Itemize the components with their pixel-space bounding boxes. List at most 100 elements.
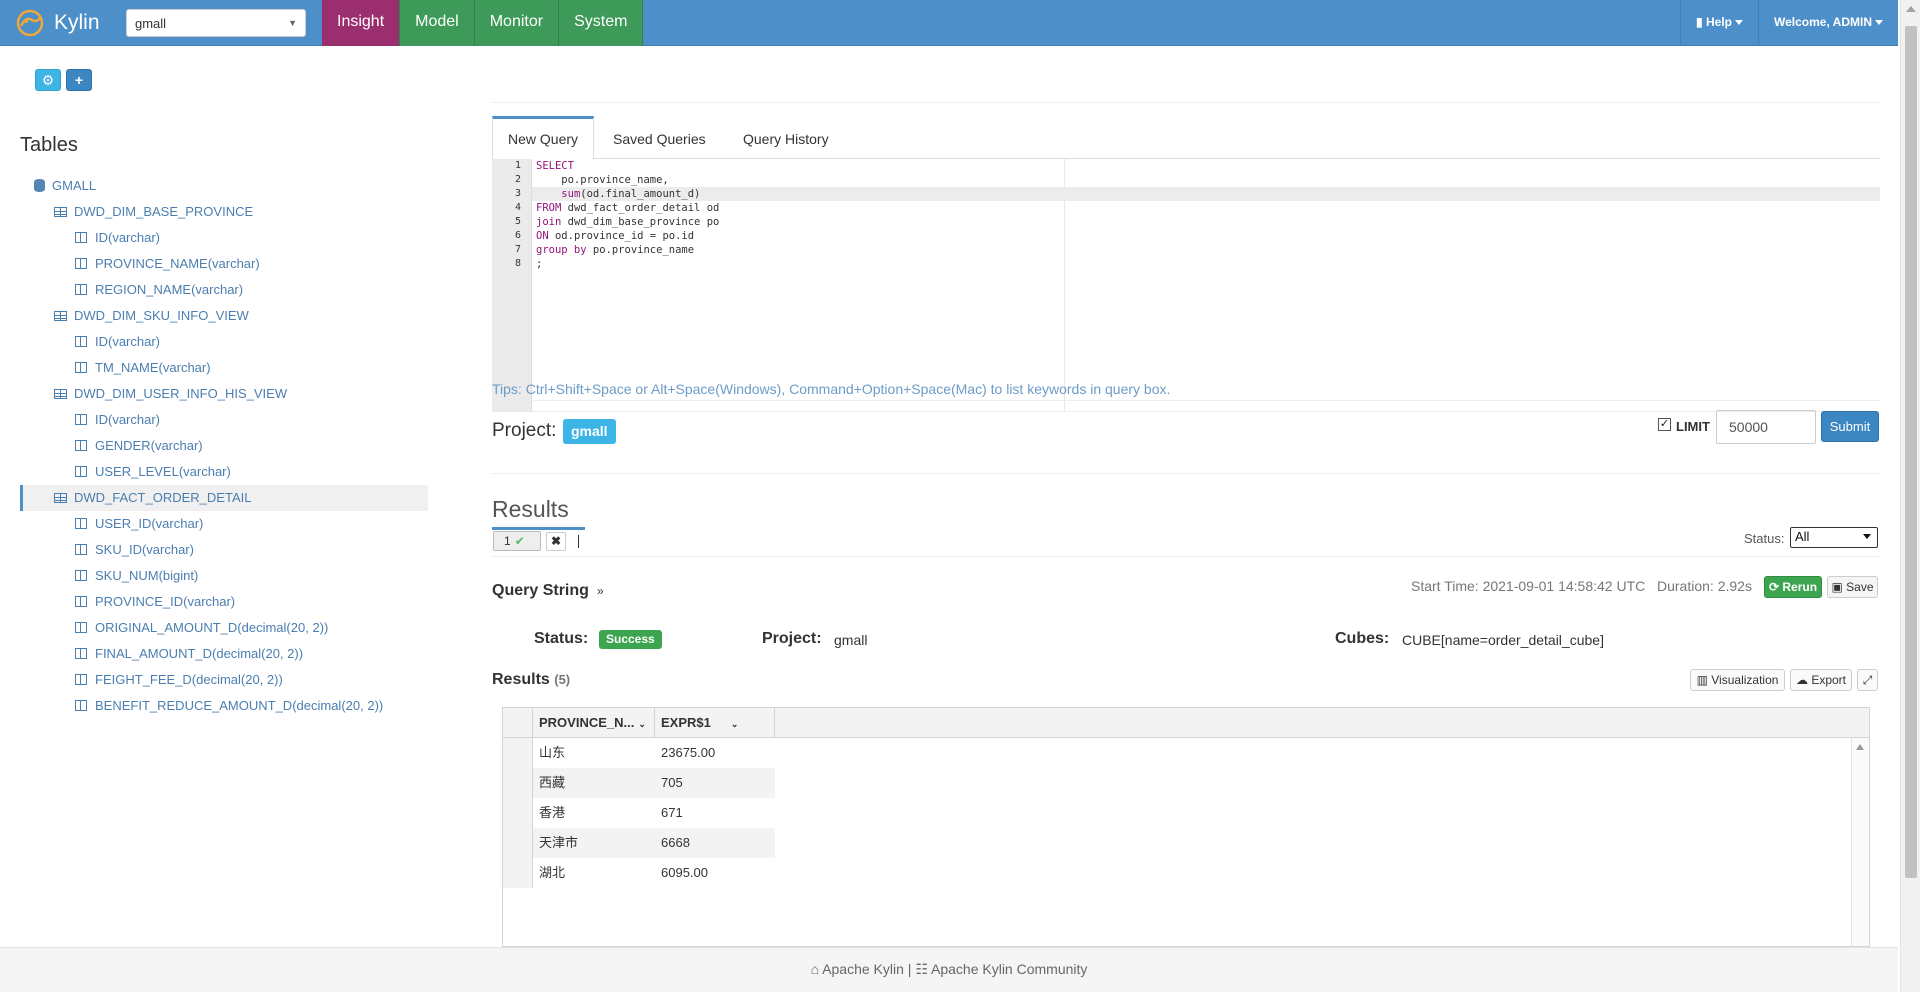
limit-input[interactable]: 50000 [1716,410,1816,444]
tree-column[interactable]: USER_ID(varchar) [20,511,428,537]
user-menu[interactable]: Welcome, ADMIN [1757,0,1898,46]
results-grid: PROVINCE_N... ⌄ EXPR$1 ⌄ 山东 23675.00 西藏 705 香港… [502,707,1870,947]
footer-separator: | [907,961,912,977]
editor-gutter: 1 2 3 4 5 6 7 8 [492,159,532,412]
code-line[interactable]: group by po.province_name [532,243,1880,257]
brand[interactable]: Kylin [14,8,100,38]
editor-tips: Tips: Ctrl+Shift+Space or Alt+Space(Wind… [492,381,1171,397]
footer-link-community[interactable]: Apache Kylin Community [931,961,1087,977]
footer-link-kylin[interactable]: Apache Kylin [822,961,904,977]
tree-column[interactable]: TM_NAME(varchar) [20,355,428,381]
welcome-label: Welcome, ADMIN [1773,15,1872,29]
chevron-down-icon[interactable]: ⌄ [731,719,739,729]
tree-label: ID(varchar) [95,230,161,245]
results-subtitle-label: Results [492,671,550,688]
results-count: (5) [554,672,571,687]
column-icon [75,674,87,685]
rerun-button[interactable]: ⟳ Rerun [1764,576,1822,598]
tab-saved-queries[interactable]: Saved Queries [598,116,721,159]
tree-table[interactable]: DWD_FACT_ORDER_DETAIL [20,485,428,511]
tree-column[interactable]: FINAL_AMOUNT_D(decimal(20, 2)) [20,641,428,667]
nav-tab-model[interactable]: Model [400,0,475,46]
nav-tab-monitor[interactable]: Monitor [474,0,560,46]
tree-column[interactable]: ID(varchar) [20,225,428,251]
visualization-button[interactable]: ▥ Visualization [1690,669,1785,691]
column-icon [75,700,87,711]
code-line[interactable]: po.province_name, [532,173,1880,187]
tree-column[interactable]: USER_LEVEL(varchar) [20,459,428,485]
tree-label: SKU_ID(varchar) [95,542,194,557]
column-header-label: PROVINCE_N... [539,715,635,730]
table-row[interactable]: 香港 671 [533,798,775,828]
column-header-label: EXPR$1 [661,715,711,730]
code-keyword: SELECT [536,160,574,172]
double-chevron-down-icon[interactable]: » [597,584,604,598]
tree-column[interactable]: ORIGINAL_AMOUNT_D(decimal(20, 2)) [20,615,428,641]
table-row[interactable]: 湖北 6095.00 [533,858,775,888]
editor-code[interactable]: SELECT po.province_name, sum(od.final_am… [532,159,1880,271]
grid-scrollbar[interactable] [1851,738,1869,946]
add-button[interactable]: + [66,69,92,91]
column-header-province[interactable]: PROVINCE_N... ⌄ [533,708,655,738]
main-nav: Insight Model Monitor System [322,0,644,46]
nav-tab-system[interactable]: System [559,0,644,46]
tree-column[interactable]: ID(varchar) [20,407,428,433]
book-icon: ▮ [1696,15,1703,29]
tree-table[interactable]: DWD_DIM_USER_INFO_HIS_VIEW [20,381,428,407]
save-button[interactable]: ▣ Save [1827,576,1878,598]
table-row[interactable]: 西藏 705 [533,768,775,798]
tree-column[interactable]: PROVINCE_ID(varchar) [20,589,428,615]
column-header-expr[interactable]: EXPR$1 ⌄ [655,708,775,738]
tree-column[interactable]: FEIGHT_FEE_D(decimal(20, 2)) [20,667,428,693]
cell-expr: 6095.00 [661,865,708,880]
result-tab-1[interactable]: 1 ✔ [493,531,541,551]
tree-table[interactable]: DWD_DIM_SKU_INFO_VIEW [20,303,428,329]
sort-icon[interactable]: ⌄ [638,719,646,729]
column-icon [75,284,87,295]
close-result-button[interactable]: ✖ [546,532,566,551]
code-line[interactable]: join dwd_dim_base_province po [532,215,1880,229]
scroll-up-arrow-icon[interactable] [1906,6,1916,12]
code-line[interactable]: ON od.province_id = po.id [532,229,1880,243]
code-line[interactable]: FROM dwd_fact_order_detail od [532,201,1880,215]
tree-column[interactable]: ID(varchar) [20,329,428,355]
tree-column[interactable]: SKU_NUM(bigint) [20,563,428,589]
help-menu[interactable]: ▮ Help [1680,0,1758,46]
code-line[interactable]: sum(od.final_amount_d) [532,187,1880,201]
tree-label: FEIGHT_FEE_D(decimal(20, 2)) [95,672,283,687]
code-line[interactable]: SELECT [532,159,1880,173]
page-scrollbar[interactable] [1900,0,1920,992]
sql-editor[interactable]: 1 2 3 4 5 6 7 8 SELECT po.province_name, sum(od… [492,159,1880,412]
export-button[interactable]: ☁ Export [1790,669,1852,691]
status-filter-select[interactable]: All [1790,527,1878,548]
tree-column[interactable]: BENEFIT_REDUCE_AMOUNT_D(decimal(20, 2)) [20,693,428,719]
table-row[interactable]: 山东 23675.00 [533,738,775,768]
tree-column[interactable]: GENDER(varchar) [20,433,428,459]
config-button[interactable]: ⚙ [35,69,61,91]
nav-tab-insight[interactable]: Insight [322,0,401,46]
users-icon: ☷ [915,961,928,977]
tab-new-query[interactable]: New Query [492,116,595,160]
tree-column[interactable]: SKU_ID(varchar) [20,537,428,563]
tree-label: DWD_DIM_SKU_INFO_VIEW [74,308,249,323]
code-text: dwd_fact_order_detail od [561,202,720,214]
project-select[interactable]: gmall ▼ [126,9,306,37]
scroll-up-arrow-icon[interactable] [1856,744,1864,750]
table-row[interactable]: 天津市 6668 [533,828,775,858]
tab-query-history[interactable]: Query History [728,116,844,159]
fullscreen-button[interactable]: ⤢ [1857,669,1878,691]
scrollbar-thumb[interactable] [1905,26,1917,878]
tree-column[interactable]: REGION_NAME(varchar) [20,277,428,303]
plus-icon: + [74,72,84,88]
tree-column[interactable]: PROVINCE_NAME(varchar) [20,251,428,277]
submit-button[interactable]: Submit [1821,411,1879,442]
tree-table[interactable]: DWD_DIM_BASE_PROVINCE [20,199,428,225]
limit-checkbox[interactable]: ✓ [1658,418,1671,431]
tree-database[interactable]: GMALL [20,173,428,199]
query-string-toggle[interactable]: Query String [492,582,589,600]
meta-project-label: Project: [762,630,822,647]
meta-project-value: gmall [834,632,868,648]
code-line[interactable]: ; [532,257,1880,271]
divider [492,102,1880,103]
